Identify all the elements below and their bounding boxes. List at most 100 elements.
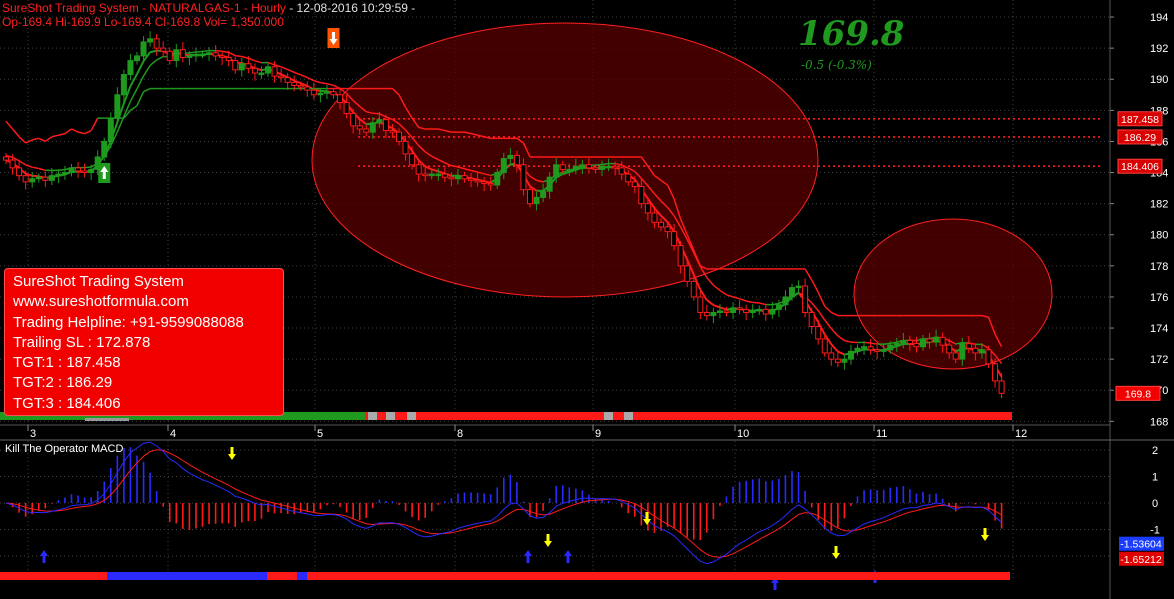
candle [736,307,743,310]
candle [906,339,913,345]
candle [553,164,560,178]
candle [880,349,887,352]
candle [88,168,95,174]
candle [913,343,920,348]
candle [127,60,134,76]
info-tgt1: TGT:1 : 187.458 [13,354,121,372]
candle [206,52,213,55]
candle [703,311,710,317]
info-website[interactable]: www.sureshotformula.com [13,292,283,312]
candle [317,92,324,96]
candle [651,212,658,223]
candle [507,154,514,160]
candle [697,296,704,313]
candle [775,304,782,310]
candle [55,173,62,177]
candle [959,343,966,360]
candle [310,89,317,96]
trend-line-slow [870,342,878,345]
trend-line-slow [235,54,242,58]
candle [566,168,573,172]
candle [900,339,907,345]
candle [35,176,42,180]
candle [166,50,173,62]
candle [808,311,815,327]
candle [396,131,402,142]
candle [861,346,868,349]
candle [920,338,926,348]
candle [572,165,579,170]
x-tick-label: 4 [170,428,176,440]
candle [527,189,533,205]
candle [592,167,599,170]
candle [513,154,520,166]
y-tick-label: 194 [1150,12,1168,24]
chart-datetime: - 12-08-2016 10:29:59 - [285,1,416,15]
candle [258,72,265,76]
macd-value-text: -1.53604 [1120,539,1162,551]
trend-line-slow [863,341,871,344]
candle [716,310,723,313]
candle [134,55,140,62]
macd-tick-label: 2 [1152,445,1158,457]
candle [769,308,776,315]
trend-bar-neutral [368,412,377,420]
candle [271,66,278,77]
candle [631,181,638,188]
candle [265,66,271,74]
candle [533,196,540,205]
trend-line-slow [84,166,92,169]
candle [802,285,809,313]
macd-tick-label: -1 [1150,525,1160,537]
candle [644,203,651,214]
trend-line-slow [202,49,210,53]
candle [441,173,448,178]
info-helpline: Trading Helpline: +91-9599088088 [13,313,244,331]
trend-line-slow [58,168,66,171]
candle [926,338,933,343]
candle [199,53,206,57]
trend-bar-neutral [604,412,613,420]
candle [369,122,376,133]
candle [671,231,678,247]
candle [160,47,167,52]
candle [382,119,389,132]
candle [939,336,946,346]
candle [356,125,363,130]
trend-line-slow [752,301,760,304]
macd-tick-label: 1 [1152,472,1158,484]
candle [173,49,180,62]
price-label-text: 169.8 [1125,388,1151,400]
candle [815,325,822,340]
candle [428,173,435,177]
candle [847,350,854,360]
candle [972,347,979,354]
candle [304,86,311,91]
candle [454,175,461,180]
candle [723,310,730,313]
candle [762,308,769,315]
candle [186,55,193,58]
candle [520,164,527,191]
y-tick-label: 180 [1150,230,1168,242]
candle [585,164,592,169]
candle [946,344,953,354]
x-tick-label: 5 [317,428,323,440]
candle [893,343,900,346]
candle [179,49,186,58]
x-tick-label: 11 [876,428,887,440]
candle [337,94,344,104]
candle [500,158,507,174]
candle [22,175,29,183]
candle [422,173,429,177]
candle [291,81,298,86]
candle [625,173,632,183]
y-tick-label: 174 [1150,323,1168,335]
candle [546,176,553,192]
candle [68,167,75,174]
candle [376,119,383,124]
candle [795,285,802,289]
x-tick-label: 10 [737,428,749,440]
candle [730,307,737,313]
candle [998,380,1005,394]
